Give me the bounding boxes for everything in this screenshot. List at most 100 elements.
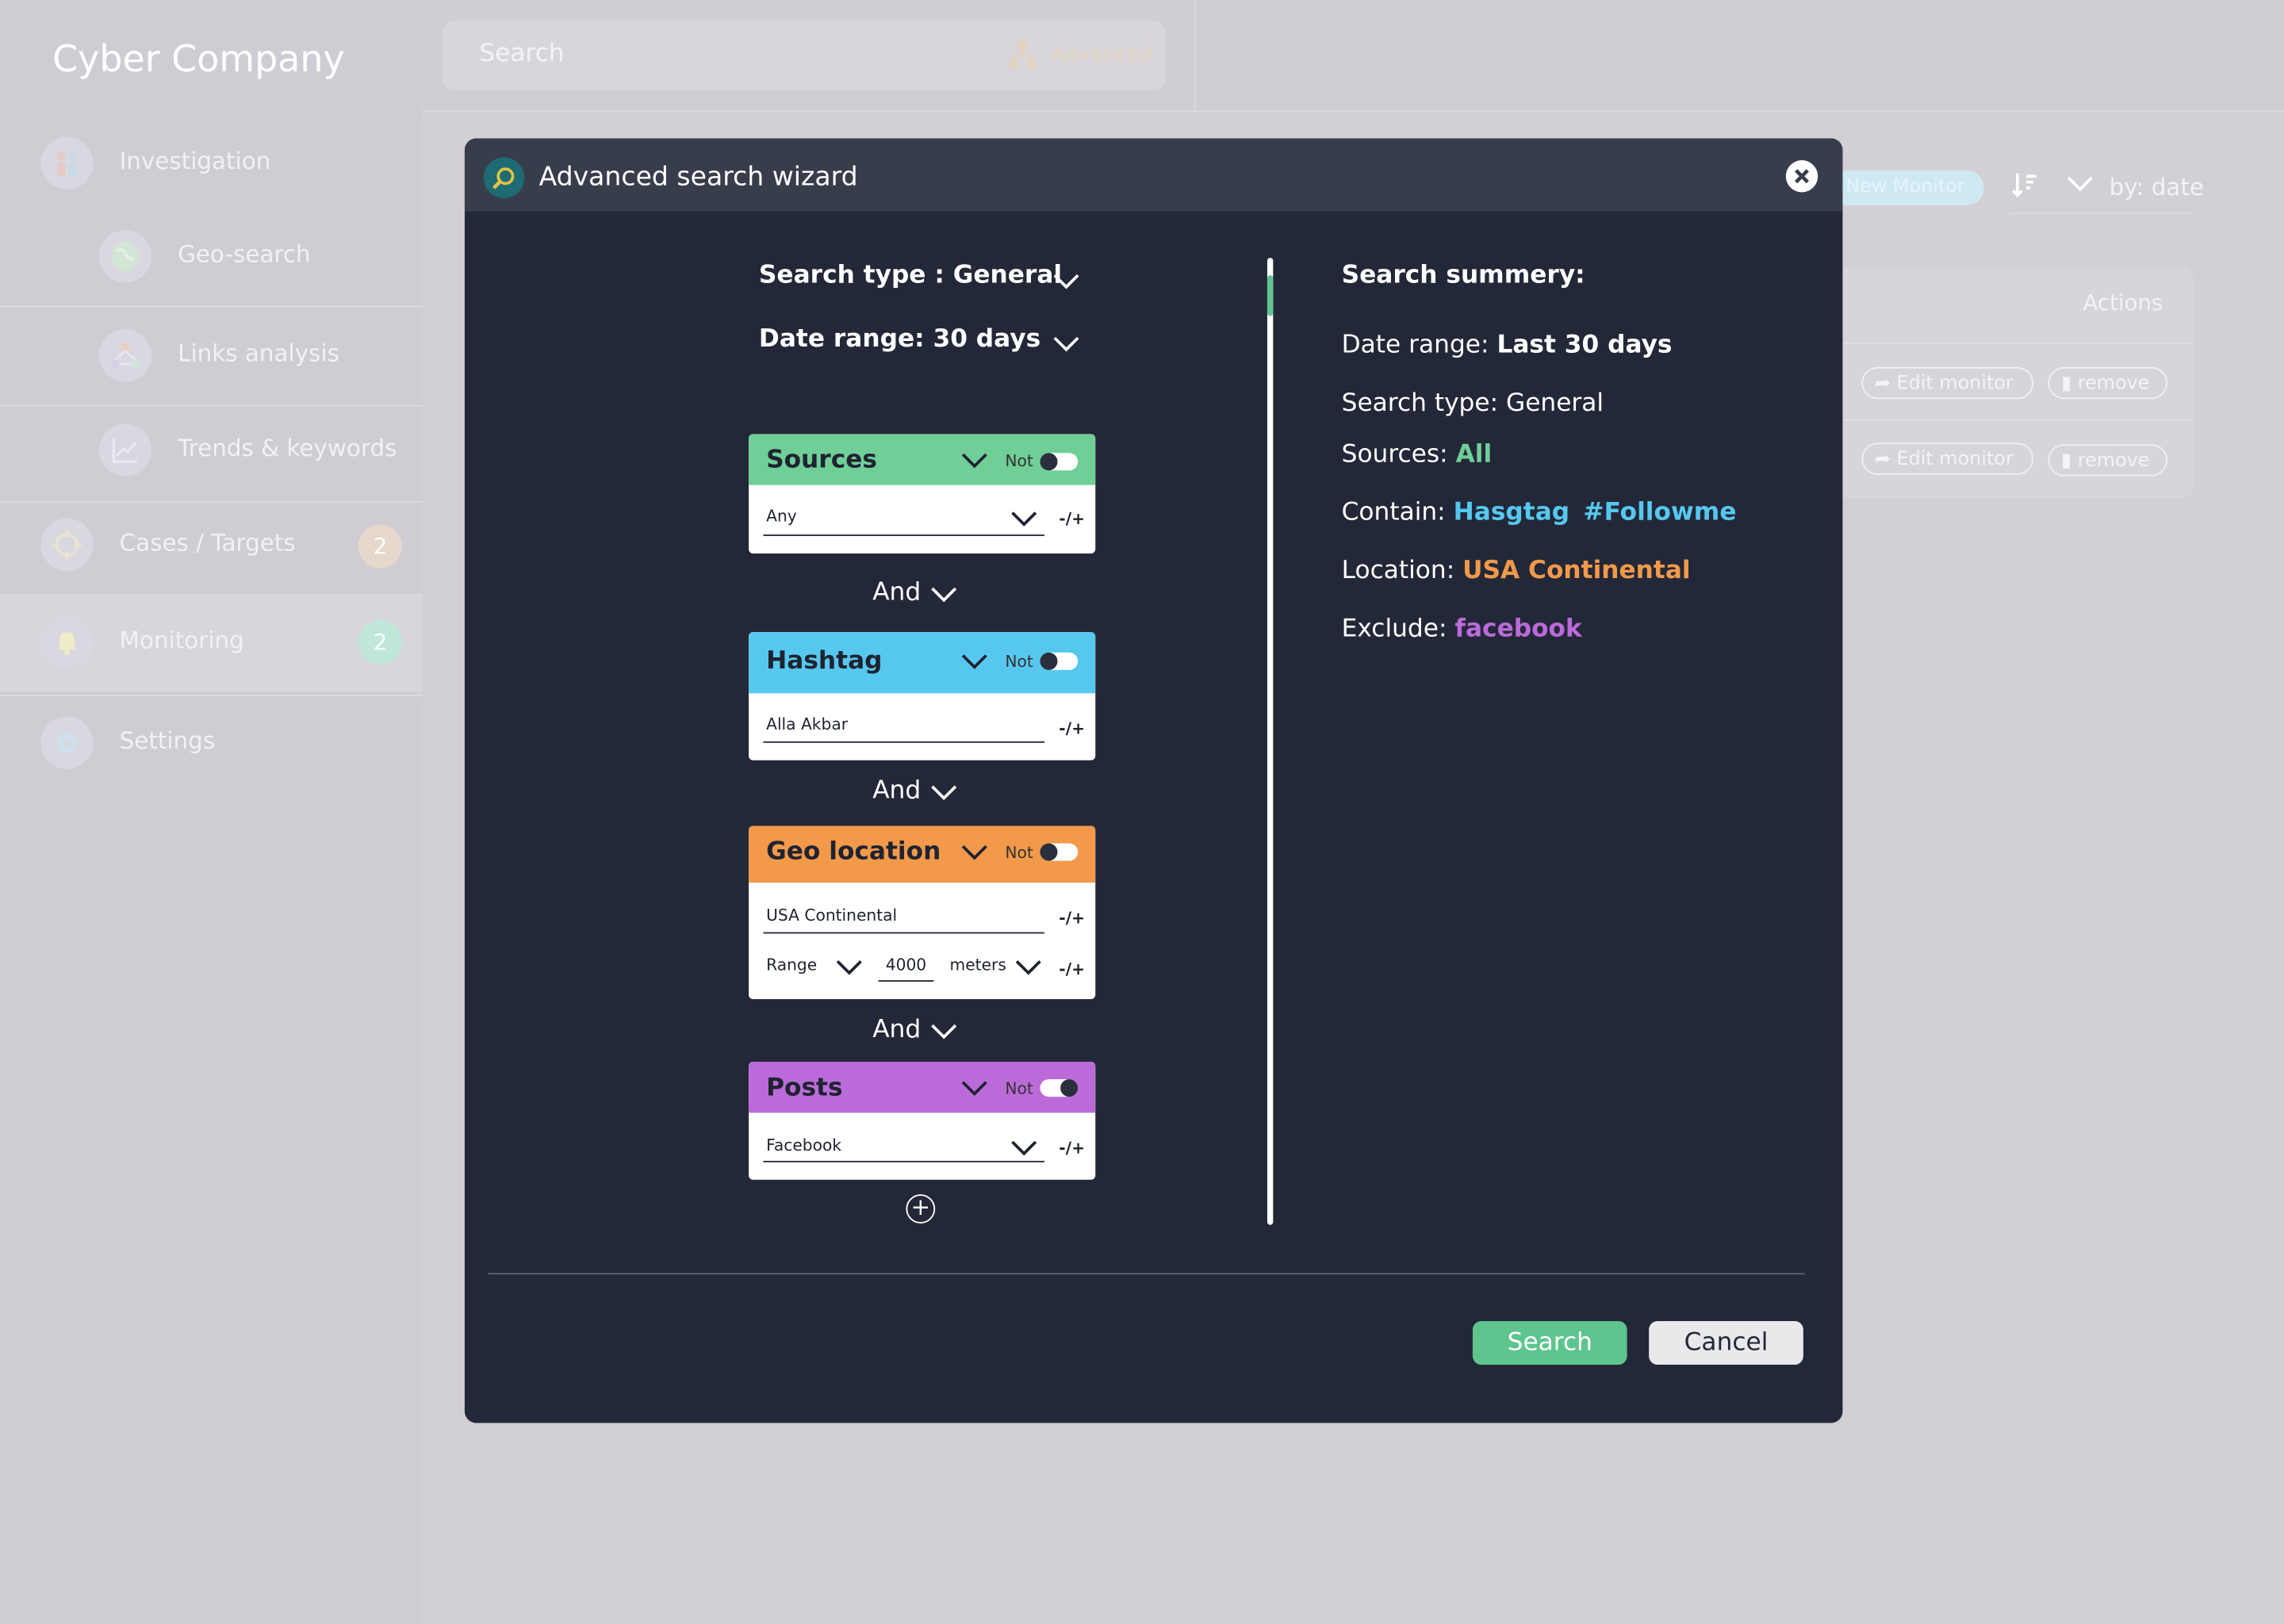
- date-range-select[interactable]: Date range: 30 days: [759, 325, 1040, 354]
- chevron-down-icon[interactable]: [2065, 172, 2094, 200]
- search-button[interactable]: Search: [1472, 1320, 1627, 1365]
- hashtag-card: Hashtag Not Alla Akbar -/+: [749, 632, 1096, 760]
- close-icon: [1795, 169, 1810, 184]
- add-remove-button[interactable]: -/+: [1059, 719, 1085, 738]
- add-remove-button[interactable]: -/+: [1059, 909, 1085, 928]
- field-underline: [763, 741, 1044, 743]
- sort-icon[interactable]: [2010, 170, 2040, 207]
- summary-search-type: Search type: General: [1342, 389, 1604, 418]
- remove-label: remove: [2077, 450, 2150, 473]
- add-remove-button[interactable]: -/+: [1059, 1139, 1085, 1158]
- share-icon: ➦: [1874, 448, 1897, 471]
- field-underline: [763, 1160, 1044, 1162]
- add-remove-button[interactable]: -/+: [1059, 959, 1085, 979]
- and-operator[interactable]: And: [872, 578, 921, 607]
- sidebar-item-label: Links analysis: [178, 339, 339, 367]
- not-label: Not: [1005, 843, 1033, 863]
- globe-icon: [98, 230, 152, 283]
- range-input[interactable]: 4000: [886, 956, 926, 975]
- divider: [1194, 0, 1196, 111]
- sidebar-item-trends[interactable]: Trends & keywords: [0, 404, 423, 500]
- chevron-down-icon[interactable]: [961, 843, 987, 860]
- search-logo-icon: [483, 157, 525, 198]
- edit-monitor-button[interactable]: ➦ Edit monitor: [1861, 366, 2034, 400]
- chevron-down-icon[interactable]: [931, 1022, 957, 1040]
- trend-chart-icon: [98, 423, 152, 477]
- divider: [1835, 342, 2194, 344]
- count-badge: 2: [358, 620, 402, 665]
- and-operator[interactable]: And: [872, 1015, 921, 1044]
- network-icon: [1008, 40, 1037, 79]
- add-condition-button[interactable]: +: [906, 1193, 936, 1224]
- summary-label: Location:: [1341, 556, 1455, 586]
- remove-button[interactable]: ▮ remove: [2048, 444, 2168, 477]
- posts-title: Posts: [766, 1073, 843, 1103]
- sidebar-item-settings[interactable]: Settings: [0, 696, 423, 792]
- chevron-down-icon[interactable]: [836, 959, 862, 976]
- chevron-down-icon[interactable]: [1011, 1139, 1037, 1156]
- summary-exclude: Exclude: facebook: [1342, 615, 1582, 644]
- divider: [0, 305, 423, 308]
- sidebar-item-label: Investigation: [119, 147, 271, 175]
- sidebar-item-links-analysis[interactable]: Links analysis: [0, 308, 423, 404]
- edit-monitor-button[interactable]: ➦ Edit monitor: [1861, 442, 2034, 475]
- chevron-down-icon[interactable]: [961, 451, 987, 469]
- search-input[interactable]: Search Advanced: [443, 20, 1166, 90]
- and-operator[interactable]: And: [872, 776, 921, 806]
- chevron-down-icon[interactable]: [1011, 510, 1037, 527]
- brand-logo-text: Cyber Company: [52, 37, 345, 81]
- not-toggle[interactable]: [1040, 652, 1079, 670]
- posts-card-header: Posts Not: [749, 1062, 1096, 1113]
- close-button[interactable]: [1785, 160, 1818, 193]
- advanced-search-link[interactable]: Advanced: [1052, 44, 1152, 67]
- geo-value[interactable]: USA Continental: [766, 906, 897, 925]
- sort-by-label[interactable]: by: date: [2110, 174, 2204, 201]
- search-placeholder: Search: [479, 39, 565, 69]
- not-toggle[interactable]: [1040, 843, 1079, 861]
- advanced-search-modal: Advanced search wizard Search type : Gen…: [464, 138, 1843, 1423]
- chevron-down-icon[interactable]: [961, 1079, 987, 1097]
- gear-icon: [40, 716, 94, 769]
- modal-title: Advanced search wizard: [538, 161, 858, 193]
- posts-value[interactable]: Facebook: [766, 1136, 841, 1155]
- remove-button[interactable]: ▮ remove: [2048, 366, 2168, 400]
- summary-label: Search type: General: [1341, 389, 1604, 419]
- chevron-down-icon[interactable]: [931, 585, 957, 603]
- actions-column-header: Actions: [2083, 289, 2163, 316]
- new-monitor-button[interactable]: New Monitor: [1826, 170, 1984, 205]
- hashtag-title: Hashtag: [766, 646, 883, 676]
- cancel-button[interactable]: Cancel: [1649, 1320, 1803, 1365]
- search-type-select[interactable]: Search type : General: [759, 261, 1062, 290]
- not-label: Not: [1005, 451, 1033, 471]
- chevron-down-icon[interactable]: [931, 783, 957, 801]
- sources-value[interactable]: Any: [766, 507, 797, 526]
- summary-value: facebook: [1454, 615, 1582, 644]
- not-toggle[interactable]: [1040, 453, 1079, 471]
- not-label: Not: [1005, 1079, 1033, 1098]
- geo-title: Geo location: [766, 837, 941, 867]
- chevron-down-icon[interactable]: [961, 653, 987, 670]
- unit-select[interactable]: meters: [950, 956, 1006, 975]
- field-underline: [763, 534, 1044, 536]
- chevron-down-icon[interactable]: [1015, 959, 1041, 976]
- chevron-down-icon[interactable]: [1053, 272, 1079, 289]
- scrollbar[interactable]: [1267, 258, 1274, 1225]
- summary-label: Date range:: [1341, 330, 1489, 360]
- sidebar-item-investigation[interactable]: Investigation: [0, 117, 423, 213]
- summary-date-range: Date range: Last 30 days: [1342, 331, 1673, 360]
- field-underline: [763, 932, 1044, 934]
- hashtag-value[interactable]: Alla Akbar: [766, 715, 848, 734]
- summary-sources: Sources: All: [1342, 440, 1493, 469]
- summary-value: USA Continental: [1462, 556, 1691, 586]
- plus-icon: +: [910, 1193, 931, 1221]
- sidebar-item-monitoring[interactable]: Monitoring 2: [0, 596, 423, 692]
- sidebar-item-geo-search[interactable]: Geo-search: [0, 209, 423, 305]
- divider: [2010, 213, 2194, 215]
- sources-title: Sources: [766, 446, 877, 475]
- count-badge: 2: [358, 524, 402, 569]
- sidebar-item-cases-targets[interactable]: Cases / Targets 2: [0, 498, 423, 594]
- add-remove-button[interactable]: -/+: [1059, 510, 1085, 529]
- not-toggle[interactable]: [1040, 1079, 1079, 1097]
- scrollbar-thumb[interactable]: [1267, 275, 1274, 316]
- chevron-down-icon[interactable]: [1053, 335, 1079, 352]
